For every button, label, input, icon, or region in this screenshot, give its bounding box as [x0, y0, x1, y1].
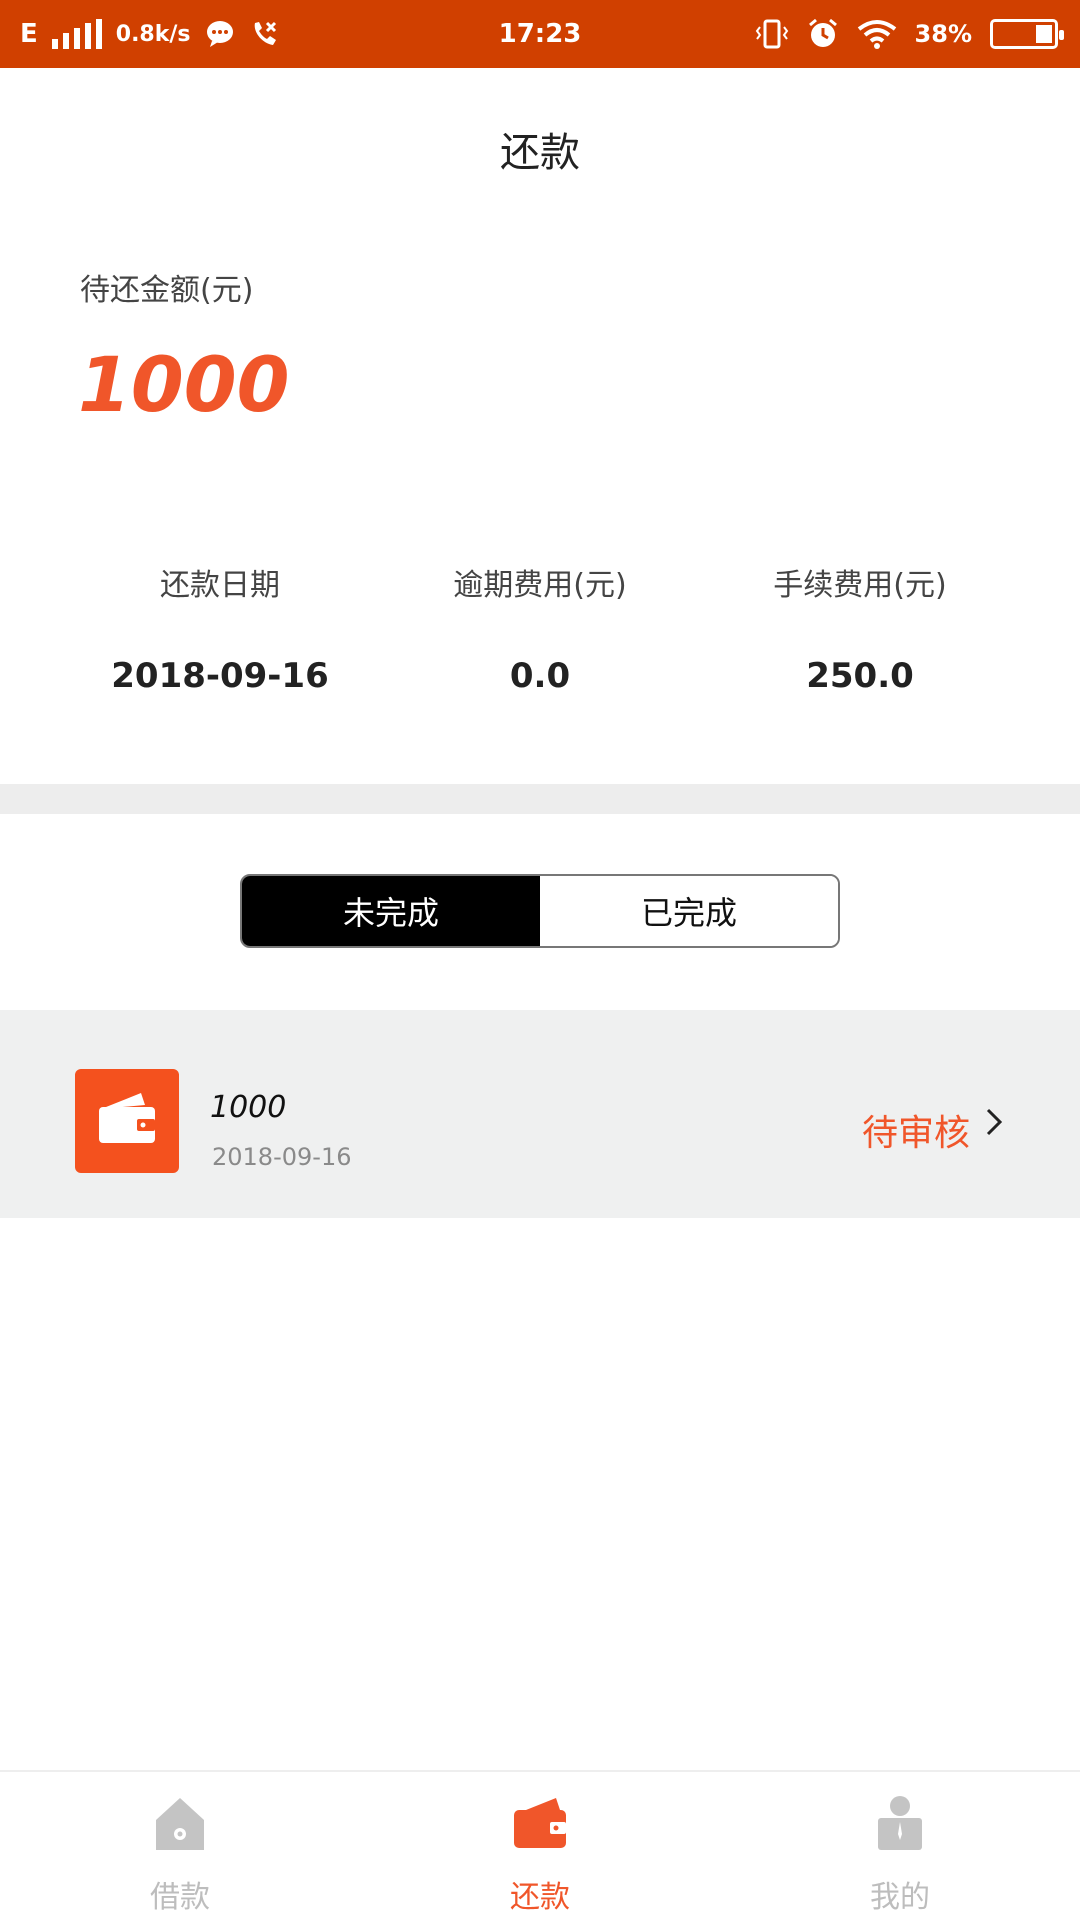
nav-label: 借款 — [150, 1880, 210, 1915]
metric-label: 逾期费用(元) — [453, 568, 627, 603]
network-speed: 0.8k/s — [115, 21, 191, 47]
wallet-icon — [75, 1069, 179, 1173]
nav-item-borrow[interactable]: 借款 — [0, 1772, 360, 1922]
network-type: E — [20, 19, 38, 49]
tab-incomplete[interactable]: 未完成 — [242, 876, 540, 946]
status-segmented-control: 未完成 已完成 — [240, 874, 840, 948]
chat-icon — [206, 21, 233, 47]
metric-service-fee: 手续费用(元) 250.0 — [710, 560, 1010, 696]
metric-repay-date: 还款日期 2018-09-16 — [70, 560, 370, 696]
nav-item-repay[interactable]: 还款 — [360, 1772, 720, 1922]
wifi-icon — [857, 20, 896, 49]
metric-value: 0.0 — [509, 656, 571, 696]
battery-icon — [990, 19, 1064, 49]
item-date: 2018-09-16 — [212, 1143, 352, 1171]
metric-value: 250.0 — [806, 656, 914, 696]
wallet-icon — [514, 1798, 566, 1848]
chevron-right-icon — [986, 1108, 1003, 1136]
home-icon — [156, 1798, 204, 1850]
signal-icon — [51, 19, 102, 49]
metric-label: 手续费用(元) — [773, 568, 947, 603]
vibrate-icon — [755, 19, 788, 49]
page-title: 还款 — [500, 130, 580, 176]
nav-label: 还款 — [510, 1880, 570, 1915]
missed-call-icon — [254, 21, 276, 45]
bottom-nav: 借款 还款 我的 — [0, 1770, 1080, 1922]
status-bar: E 0.8k/s 17:23 38% — [0, 0, 1080, 68]
tab-complete[interactable]: 已完成 — [540, 876, 838, 946]
status-time: 17:23 — [498, 19, 582, 49]
section-divider — [0, 784, 1080, 814]
alarm-icon — [808, 18, 837, 47]
repayment-metrics: 还款日期 2018-09-16 逾期费用(元) 0.0 手续费用(元) 250.… — [0, 560, 1080, 696]
metric-label: 还款日期 — [160, 568, 280, 603]
due-amount-label: 待还金额(元) — [80, 273, 254, 308]
list-item[interactable]: 1000 2018-09-16 待审核 — [0, 1010, 1080, 1218]
item-amount: 1000 — [210, 1090, 287, 1125]
metric-value: 2018-09-16 — [111, 656, 329, 696]
due-amount-value: 1000 — [78, 340, 290, 429]
item-status: 待审核 — [861, 1113, 970, 1154]
metric-overdue-fee: 逾期费用(元) 0.0 — [390, 560, 690, 696]
nav-item-mine[interactable]: 我的 — [720, 1772, 1080, 1922]
profile-icon — [878, 1796, 922, 1850]
nav-label: 我的 — [870, 1880, 930, 1915]
battery-percent: 38% — [914, 20, 972, 48]
